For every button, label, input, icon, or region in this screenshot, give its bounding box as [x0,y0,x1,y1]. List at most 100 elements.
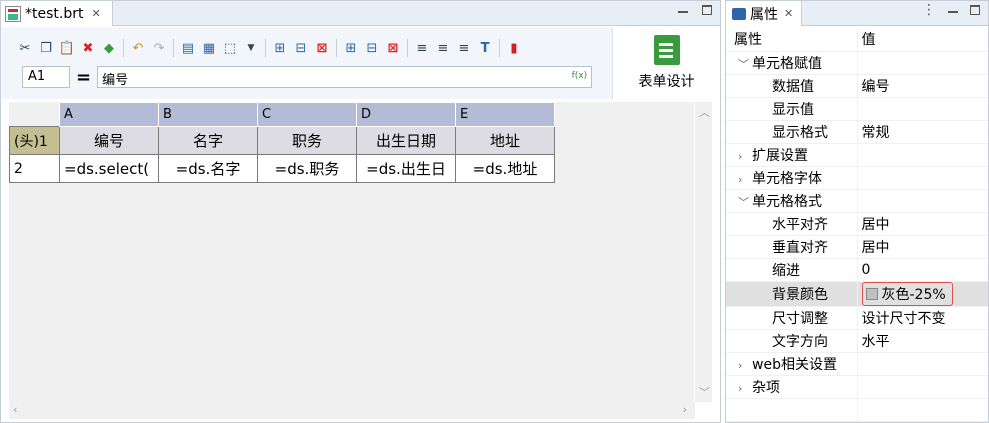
copy-icon[interactable]: ❐ [37,39,55,57]
vertical-scrollbar[interactable]: ︿ ﹀ [695,102,712,402]
editor-tab-bar: *test.brt ✕ [1,1,720,26]
category-label: 杂项 [752,379,780,396]
merge-cells-icon[interactable]: ▤ [179,39,197,57]
category-label: 扩展设置 [752,147,808,164]
sheet-cell[interactable]: 地址 [455,126,555,155]
text-style-icon[interactable]: T [476,39,494,57]
function-icon[interactable]: f(x) [572,71,588,81]
maximize-button[interactable] [702,5,712,15]
sheet-cell[interactable]: =ds.出生日 [356,154,456,183]
table-icon[interactable]: ▦ [200,39,218,57]
scroll-down-icon[interactable]: ﹀ [699,384,710,400]
delete-row-icon[interactable]: ⊠ [313,39,331,57]
sheet-cell[interactable]: =ds.职务 [257,154,357,183]
property-row[interactable]: 显示格式 常规 [726,120,988,144]
property-row[interactable]: 缩进 0 [726,258,988,282]
property-value[interactable]: 编号 [857,74,988,98]
align-left-icon[interactable]: ≡ [413,39,431,57]
tab-properties[interactable]: 属性 ✕ [726,1,802,26]
dropdown-icon[interactable]: ▼ [242,39,260,57]
align-right-icon[interactable]: ≡ [455,39,473,57]
sheet-cell[interactable]: =ds.地址 [455,154,555,183]
scroll-right-icon[interactable]: › [683,403,687,416]
property-row[interactable]: 水平对齐 居中 [726,212,988,236]
remove-icon[interactable]: ⊠ [384,39,402,57]
cut-icon[interactable]: ✂ [16,39,34,57]
eraser-icon[interactable]: ◆ [100,39,118,57]
insert-row-icon[interactable]: ⊞ [271,39,289,57]
view-menu-icon[interactable]: ⋮ [922,3,936,17]
minimize-button[interactable] [678,5,688,15]
sheet-cell[interactable]: 名字 [158,126,258,155]
property-row-empty [726,398,988,422]
value-column-header: 值 [857,28,988,52]
property-category[interactable]: ﹀ 单元格格式 [726,189,988,213]
sheet-corner[interactable] [9,102,60,127]
property-value[interactable]: 水平 [857,329,988,353]
color-swatch [865,287,878,300]
scroll-up-icon[interactable]: ︿ [699,104,710,120]
chevron-right-icon[interactable]: › [738,173,752,186]
minimize-button[interactable] [948,5,958,15]
delete-icon[interactable]: ✖ [79,39,97,57]
tab-test-brt[interactable]: *test.brt ✕ [1,1,113,26]
chevron-right-icon[interactable]: › [738,359,752,372]
undo-icon[interactable]: ↶ [129,39,147,57]
column-header[interactable]: D [356,102,456,127]
property-value[interactable]: 0 [857,258,988,282]
close-icon[interactable]: ✕ [91,7,100,20]
property-category[interactable]: › 单元格字体 [726,166,988,190]
add-column-icon[interactable]: ⊟ [363,39,381,57]
scroll-left-icon[interactable]: ‹ [13,403,17,416]
formula-value: 编号 [102,73,129,88]
horizontal-scrollbar[interactable]: ‹ › [9,402,695,419]
chevron-right-icon[interactable]: › [738,150,752,163]
column-header[interactable]: E [455,102,555,127]
chevron-right-icon[interactable]: › [738,382,752,395]
add-row-icon[interactable]: ⊞ [342,39,360,57]
row-header[interactable]: (头)1 [9,126,60,155]
property-value[interactable]: 设计尺寸不变 [857,306,988,330]
align-center-icon[interactable]: ≡ [434,39,452,57]
maximize-button[interactable] [970,5,980,15]
property-category[interactable]: › web相关设置 [726,352,988,376]
form-design-button[interactable]: 表单设计 [612,27,720,99]
property-row[interactable]: 显示值 [726,97,988,121]
column-header[interactable]: C [257,102,357,127]
sheet-cell[interactable]: =ds.名字 [158,154,258,183]
property-value[interactable] [857,97,988,121]
chevron-down-icon[interactable]: ﹀ [738,194,752,210]
chart-icon[interactable]: ▮ [505,39,523,57]
sheet-cell[interactable]: 编号 [59,126,159,155]
chevron-down-icon[interactable]: ﹀ [738,56,752,72]
row-header[interactable]: 2 [9,154,60,183]
redo-icon[interactable]: ↷ [150,39,168,57]
property-category[interactable]: ﹀ 单元格赋值 [726,51,988,75]
background-color-value[interactable]: 灰色-25% [857,281,988,307]
color-picker[interactable]: 灰色-25% [861,281,953,306]
property-value[interactable]: 居中 [857,235,988,259]
insert-column-icon[interactable]: ⊟ [292,39,310,57]
sheet-cell[interactable]: 出生日期 [356,126,456,155]
property-value[interactable]: 常规 [857,120,988,144]
property-category[interactable]: › 扩展设置 [726,143,988,167]
column-header[interactable]: B [158,102,258,127]
column-header[interactable]: A [59,102,159,127]
property-row-selected[interactable]: 背景颜色 灰色-25% [726,281,988,307]
category-label: 单元格赋值 [752,55,822,72]
property-row[interactable]: 垂直对齐 居中 [726,235,988,259]
paste-icon[interactable]: 📋 [58,39,76,57]
sheet-cell[interactable]: 职务 [257,126,357,155]
sheet-cell[interactable]: =ds.select( [59,154,159,183]
property-row[interactable]: 数据值 编号 [726,74,988,98]
property-row[interactable]: 文字方向 水平 [726,329,988,353]
property-category[interactable]: › 杂项 [726,375,988,399]
close-icon[interactable]: ✕ [784,7,793,20]
property-value[interactable]: 居中 [857,212,988,236]
property-value [857,166,988,190]
formula-input[interactable]: 编号 f(x) [97,66,593,88]
category-label: 单元格格式 [752,193,822,210]
property-row[interactable]: 尺寸调整 设计尺寸不变 [726,306,988,330]
cell-reference-field[interactable]: A1 [22,66,70,88]
border-icon[interactable]: ⬚ [221,39,239,57]
